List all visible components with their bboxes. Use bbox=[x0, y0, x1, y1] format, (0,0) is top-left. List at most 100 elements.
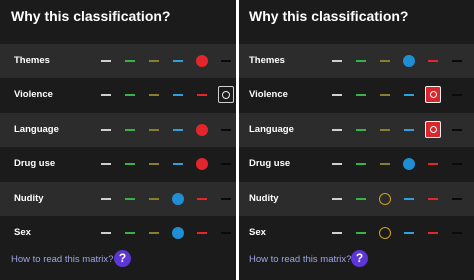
level-cell bbox=[375, 182, 395, 216]
level-cell bbox=[216, 78, 236, 112]
white-dash-icon bbox=[332, 163, 342, 166]
blue-dot-icon bbox=[403, 55, 415, 67]
matrix-footer: How to read this matrix? ? bbox=[0, 248, 236, 272]
white-dash-icon bbox=[101, 60, 111, 62]
matrix-row: Drug use bbox=[0, 147, 236, 181]
green-dash-icon bbox=[125, 197, 135, 200]
matrix-row: Themes bbox=[0, 44, 236, 78]
level-cell bbox=[327, 44, 347, 78]
white-dash-icon bbox=[332, 60, 342, 62]
blue-dot-icon bbox=[172, 227, 184, 239]
black-dash-icon bbox=[221, 232, 231, 234]
olive-dash-icon bbox=[380, 94, 390, 97]
level-cell bbox=[144, 113, 164, 147]
green-dash-icon bbox=[356, 60, 366, 62]
level-cell bbox=[144, 182, 164, 216]
row-label: Sex bbox=[249, 227, 266, 238]
row-label: Language bbox=[249, 123, 294, 135]
white-dash-icon bbox=[101, 232, 111, 234]
level-cell bbox=[168, 147, 188, 181]
level-cell bbox=[327, 113, 347, 147]
green-dash-icon bbox=[125, 60, 135, 62]
level-cell bbox=[96, 78, 116, 112]
level-cell bbox=[351, 147, 371, 181]
black-dash-icon bbox=[221, 197, 231, 200]
how-to-read-link[interactable]: How to read this matrix? bbox=[249, 254, 351, 265]
level-cell bbox=[327, 216, 347, 250]
olive-dash-icon bbox=[380, 60, 390, 62]
level-cell bbox=[96, 147, 116, 181]
olive-dash-icon bbox=[149, 94, 159, 97]
matrix-row: Nudity bbox=[0, 181, 236, 216]
blue-dash-icon bbox=[404, 128, 414, 131]
level-cell bbox=[216, 44, 236, 78]
level-cell bbox=[423, 44, 443, 78]
level-cell bbox=[144, 78, 164, 112]
row-label: Themes bbox=[14, 55, 50, 66]
black-dash-icon bbox=[452, 128, 462, 131]
how-to-read-link[interactable]: How to read this matrix? bbox=[11, 254, 113, 265]
level-cell bbox=[375, 216, 395, 250]
blue-dash-icon bbox=[404, 94, 414, 97]
help-button[interactable]: ? bbox=[351, 250, 368, 267]
level-cell bbox=[423, 78, 443, 112]
matrix-row: Violence bbox=[239, 78, 474, 112]
blue-dash-icon bbox=[404, 232, 414, 234]
blue-dot-icon bbox=[172, 192, 184, 205]
yellow-ring-icon bbox=[379, 227, 391, 239]
matrix-row: Themes bbox=[239, 44, 474, 78]
red-dash-icon bbox=[197, 232, 207, 234]
level-cell bbox=[447, 78, 467, 112]
black-dash-icon bbox=[452, 94, 462, 97]
blue-dot-icon bbox=[403, 158, 415, 171]
red-dash-icon bbox=[428, 232, 438, 234]
matrix-footer: How to read this matrix? ? bbox=[239, 248, 474, 272]
level-cell bbox=[447, 216, 467, 250]
outline-rating-badge-icon bbox=[218, 86, 234, 104]
level-cell bbox=[423, 147, 443, 181]
level-cell bbox=[192, 113, 212, 147]
level-cell bbox=[447, 147, 467, 181]
level-cell bbox=[168, 216, 188, 250]
level-cell bbox=[192, 182, 212, 216]
row-label: Sex bbox=[14, 227, 31, 238]
help-button[interactable]: ? bbox=[114, 250, 131, 267]
green-dash-icon bbox=[125, 163, 135, 166]
green-dash-icon bbox=[125, 232, 135, 234]
level-cell bbox=[144, 44, 164, 78]
level-cell bbox=[168, 78, 188, 112]
level-cell bbox=[216, 113, 236, 147]
panel-title: Why this classification? bbox=[11, 8, 171, 24]
level-cell bbox=[351, 113, 371, 147]
olive-dash-icon bbox=[380, 128, 390, 131]
white-dash-icon bbox=[101, 163, 111, 166]
level-cell bbox=[192, 44, 212, 78]
level-cell bbox=[120, 78, 140, 112]
red-dot-icon bbox=[196, 55, 208, 67]
black-dash-icon bbox=[221, 163, 231, 166]
blue-dash-icon bbox=[173, 163, 183, 166]
white-dash-icon bbox=[332, 94, 342, 97]
matrix-row: Sex bbox=[239, 216, 474, 250]
white-dash-icon bbox=[101, 197, 111, 200]
matrix-row: Nudity bbox=[239, 181, 474, 216]
row-label: Language bbox=[14, 123, 59, 135]
level-cell bbox=[423, 113, 443, 147]
black-dash-icon bbox=[221, 128, 231, 131]
level-cell bbox=[399, 147, 419, 181]
level-cell bbox=[375, 113, 395, 147]
level-cell bbox=[120, 147, 140, 181]
row-label: Drug use bbox=[249, 158, 291, 170]
level-cell bbox=[399, 182, 419, 216]
level-cell bbox=[96, 44, 116, 78]
black-dash-icon bbox=[452, 163, 462, 166]
green-dash-icon bbox=[356, 163, 366, 166]
level-cell bbox=[399, 216, 419, 250]
red-dash-icon bbox=[197, 94, 207, 97]
white-dash-icon bbox=[332, 232, 342, 234]
level-cell bbox=[351, 78, 371, 112]
level-cell bbox=[447, 44, 467, 78]
classification-panel-left: Why this classification? Themes Violence L… bbox=[0, 0, 236, 280]
olive-dash-icon bbox=[149, 128, 159, 131]
level-cell bbox=[168, 113, 188, 147]
